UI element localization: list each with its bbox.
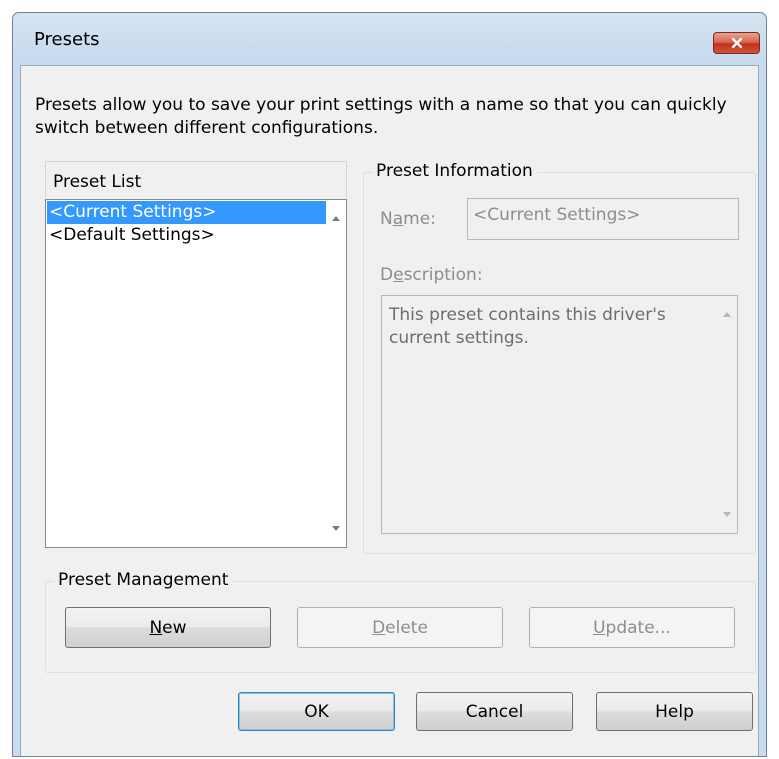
delete-button-rest: elete <box>385 617 428 638</box>
new-button[interactable]: New <box>65 607 271 648</box>
intro-text: Presets allow you to save your print set… <box>35 95 727 138</box>
description-label: Description: <box>380 265 483 285</box>
close-icon <box>731 37 742 49</box>
preset-management-legend: Preset Management <box>54 570 233 590</box>
help-button[interactable]: Help <box>596 692 753 731</box>
name-label-post: me: <box>403 209 436 229</box>
preset-information-legend: Preset Information <box>372 161 537 181</box>
update-button-rest: pdate... <box>605 617 671 638</box>
preset-list-items: <Current Settings> <Default Settings> <box>47 201 326 247</box>
description-field[interactable]: This preset contains this driver's curre… <box>381 295 738 534</box>
preset-list-item[interactable]: <Default Settings> <box>47 224 326 247</box>
dialog-client-area: Presets allow you to save your print set… <box>20 65 759 756</box>
delete-button-accel: D <box>372 617 386 638</box>
scroll-up-arrow-icon[interactable] <box>723 312 731 317</box>
preset-list-item[interactable]: <Current Settings> <box>47 201 326 224</box>
close-button[interactable] <box>713 32 760 54</box>
new-button-accel: N <box>149 617 163 638</box>
update-button[interactable]: Update... <box>529 607 735 648</box>
preset-listbox[interactable]: <Current Settings> <Default Settings> <box>45 199 347 548</box>
description-label-accel: e <box>393 265 404 285</box>
preset-management-group: Preset Management New Delete Update... <box>45 570 756 673</box>
description-label-post: scription: <box>403 265 483 285</box>
description-label-pre: D <box>380 265 394 285</box>
scroll-down-arrow-icon[interactable] <box>723 512 731 517</box>
preset-information-group: Preset Information Name: <Current Settin… <box>363 161 756 554</box>
delete-button[interactable]: Delete <box>297 607 503 648</box>
name-label-pre: N <box>380 209 393 229</box>
scroll-down-arrow-icon[interactable] <box>332 526 340 531</box>
scroll-up-arrow-icon[interactable] <box>332 216 340 221</box>
name-label: Name: <box>380 209 436 229</box>
name-field[interactable]: <Current Settings> <box>467 198 739 240</box>
preset-list-scrollbar[interactable] <box>327 201 345 546</box>
title-bar[interactable]: Presets <box>13 13 766 65</box>
new-button-rest: ew <box>162 617 187 638</box>
ok-button[interactable]: OK <box>238 692 395 731</box>
update-button-accel: U <box>593 617 606 638</box>
name-label-accel: a <box>392 209 404 229</box>
cancel-button[interactable]: Cancel <box>416 692 573 731</box>
description-scrollbar[interactable] <box>718 297 736 532</box>
description-text: This preset contains this driver's curre… <box>389 305 666 348</box>
presets-dialog: Presets Presets allow you to save your p… <box>12 12 767 757</box>
preset-list-label: Preset List <box>45 161 347 197</box>
dialog-title: Presets <box>34 29 100 50</box>
